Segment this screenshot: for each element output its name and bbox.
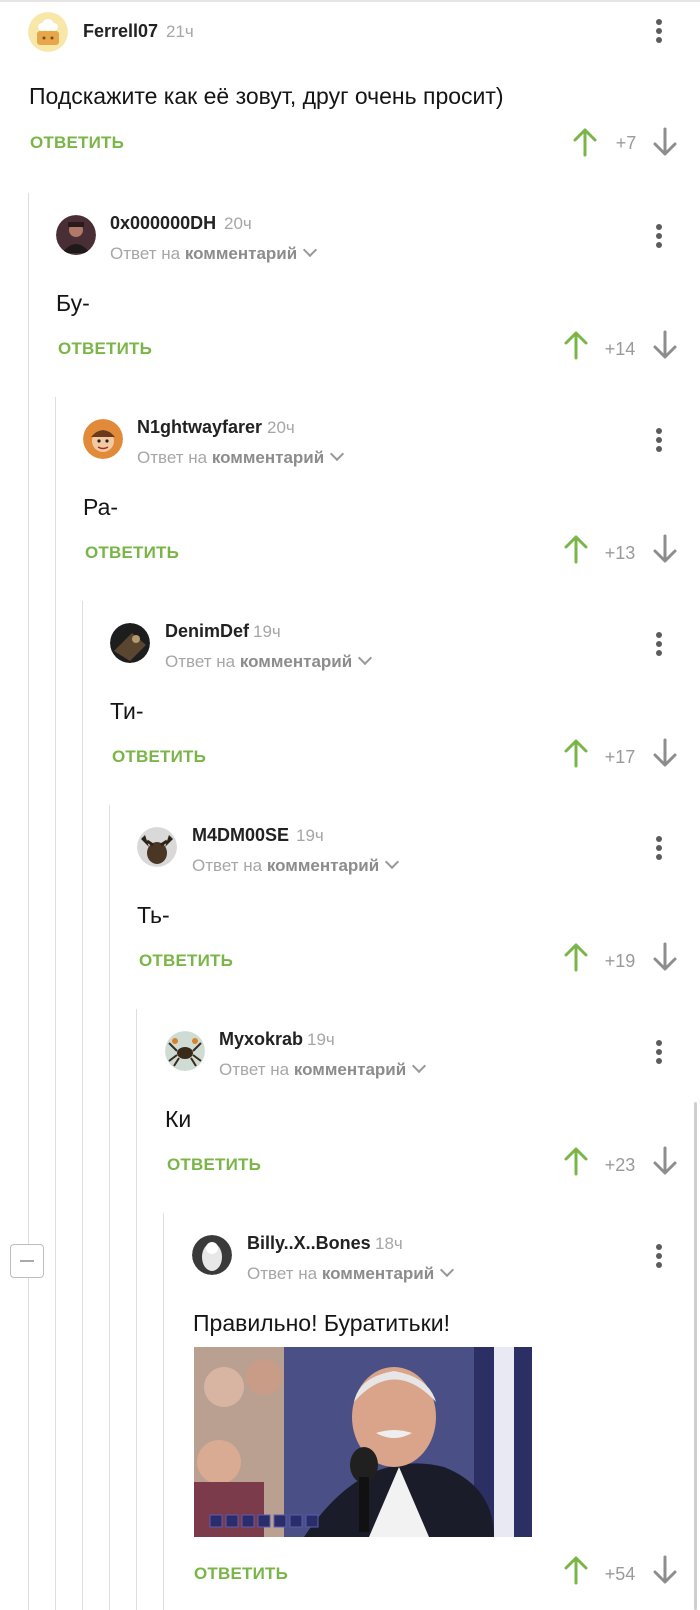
reply-to-link[interactable]: комментарий <box>267 856 379 875</box>
reply-to-link[interactable]: комментарий <box>322 1264 434 1283</box>
avatar[interactable] <box>192 1235 232 1275</box>
more-options-icon[interactable] <box>648 833 668 863</box>
more-options-icon[interactable] <box>648 1037 668 1067</box>
thread-line[interactable] <box>109 805 110 1610</box>
more-options-icon[interactable] <box>648 221 668 251</box>
reply-button[interactable]: ОТВЕТИТЬ <box>58 339 152 359</box>
upvote-arrow-icon[interactable] <box>563 1555 589 1585</box>
timestamp: 19ч <box>253 622 281 641</box>
reply-button[interactable]: ОТВЕТИТЬ <box>139 951 233 971</box>
reply-to-meta[interactable]: Ответ на комментарий <box>192 854 400 876</box>
vote-score: +23 <box>604 1155 636 1175</box>
username[interactable]: 0x000000DH <box>110 213 216 234</box>
reply-button[interactable]: ОТВЕТИТЬ <box>112 747 206 767</box>
top-divider <box>0 0 700 2</box>
comment-text: Ть- <box>137 902 170 928</box>
reply-button[interactable]: ОТВЕТИТЬ <box>194 1564 288 1584</box>
username[interactable]: M4DM00SE <box>192 825 289 846</box>
username[interactable]: N1ghtwayfarer <box>137 417 262 438</box>
reply-to-meta[interactable]: Ответ на комментарий <box>219 1058 427 1080</box>
comment-text: Ки <box>165 1106 192 1132</box>
collapse-thread-button[interactable] <box>10 1244 44 1278</box>
vote-score: +7 <box>615 133 637 153</box>
downvote-arrow-icon[interactable] <box>652 1555 678 1585</box>
reply-to-link[interactable]: комментарий <box>240 652 352 671</box>
reply-to-prefix: Ответ на <box>247 1264 318 1283</box>
vote-score: +19 <box>604 951 636 971</box>
more-options-icon[interactable] <box>648 1241 668 1271</box>
reply-button[interactable]: ОТВЕТИТЬ <box>85 543 179 563</box>
downvote-arrow-icon[interactable] <box>652 330 678 360</box>
reply-to-prefix: Ответ на <box>165 652 236 671</box>
downvote-arrow-icon[interactable] <box>652 738 678 768</box>
reply-to-prefix: Ответ на <box>219 1060 290 1079</box>
more-options-icon[interactable] <box>648 425 668 455</box>
reply-to-prefix: Ответ на <box>192 856 263 875</box>
vote-score: +54 <box>604 1564 636 1584</box>
upvote-arrow-icon[interactable] <box>563 1146 589 1176</box>
thread-line[interactable] <box>136 1009 137 1610</box>
scrollbar[interactable] <box>694 1102 697 1610</box>
avatar[interactable] <box>165 1031 205 1071</box>
chevron-down-icon[interactable] <box>330 446 345 462</box>
thread-line[interactable] <box>163 1213 164 1610</box>
upvote-arrow-icon[interactable] <box>572 127 598 157</box>
comment-text: Правильно! Буратитьки! <box>193 1310 450 1336</box>
username[interactable]: Billy..X..Bones <box>247 1233 371 1254</box>
reply-to-link[interactable]: комментарий <box>294 1060 406 1079</box>
thread-line[interactable] <box>28 193 29 1610</box>
reply-to-prefix: Ответ на <box>110 244 181 263</box>
upvote-arrow-icon[interactable] <box>563 942 589 972</box>
upvote-arrow-icon[interactable] <box>563 330 589 360</box>
reply-to-meta[interactable]: Ответ на комментарий <box>247 1262 455 1284</box>
thread-line[interactable] <box>55 397 56 1610</box>
vote-score: +17 <box>604 747 636 767</box>
timestamp: 20ч <box>267 418 295 437</box>
upvote-arrow-icon[interactable] <box>563 534 589 564</box>
reply-to-link[interactable]: комментарий <box>212 448 324 467</box>
more-options-icon[interactable] <box>648 16 668 46</box>
thread-line[interactable] <box>82 601 83 1610</box>
timestamp: 18ч <box>375 1234 403 1253</box>
comment-text: Ра- <box>83 494 119 520</box>
username[interactable]: DenimDef <box>165 621 249 642</box>
avatar[interactable] <box>83 419 123 459</box>
downvote-arrow-icon[interactable] <box>652 534 678 564</box>
downvote-arrow-icon[interactable] <box>652 1146 678 1176</box>
comment-thread: Ferrell07 21ч Подскажите как её зовут, д… <box>0 0 700 1610</box>
reply-to-meta[interactable]: Ответ на комментарий <box>110 242 318 264</box>
timestamp: 19ч <box>307 1030 335 1049</box>
vote-score: +13 <box>604 543 636 563</box>
reply-button[interactable]: ОТВЕТИТЬ <box>167 1155 261 1175</box>
reply-to-prefix: Ответ на <box>137 448 208 467</box>
chevron-down-icon[interactable] <box>412 1058 427 1074</box>
downvote-arrow-icon[interactable] <box>652 942 678 972</box>
timestamp: 20ч <box>224 214 252 233</box>
avatar[interactable] <box>137 827 177 867</box>
vote-score: +14 <box>604 339 636 359</box>
comment-text: Ти- <box>110 698 144 724</box>
timestamp: 21ч <box>166 22 194 41</box>
comment-text: Бу- <box>56 290 90 316</box>
timestamp: 19ч <box>296 826 324 845</box>
comment-text: Подскажите как её зовут, друг очень прос… <box>29 83 504 109</box>
reply-to-link[interactable]: комментарий <box>185 244 297 263</box>
chevron-down-icon[interactable] <box>440 1262 455 1278</box>
chevron-down-icon[interactable] <box>385 854 400 870</box>
reply-button[interactable]: ОТВЕТИТЬ <box>30 133 124 153</box>
chevron-down-icon[interactable] <box>303 242 318 258</box>
username[interactable]: Ferrell07 <box>83 21 158 42</box>
avatar[interactable] <box>28 12 68 52</box>
more-options-icon[interactable] <box>648 629 668 659</box>
downvote-arrow-icon[interactable] <box>652 127 678 157</box>
avatar[interactable] <box>56 215 96 255</box>
avatar[interactable] <box>110 623 150 663</box>
upvote-arrow-icon[interactable] <box>563 738 589 768</box>
reply-to-meta[interactable]: Ответ на комментарий <box>137 446 345 468</box>
username[interactable]: Myxokrab <box>219 1029 303 1050</box>
reply-to-meta[interactable]: Ответ на комментарий <box>165 650 373 672</box>
chevron-down-icon[interactable] <box>358 650 373 666</box>
attached-image[interactable] <box>194 1347 532 1537</box>
